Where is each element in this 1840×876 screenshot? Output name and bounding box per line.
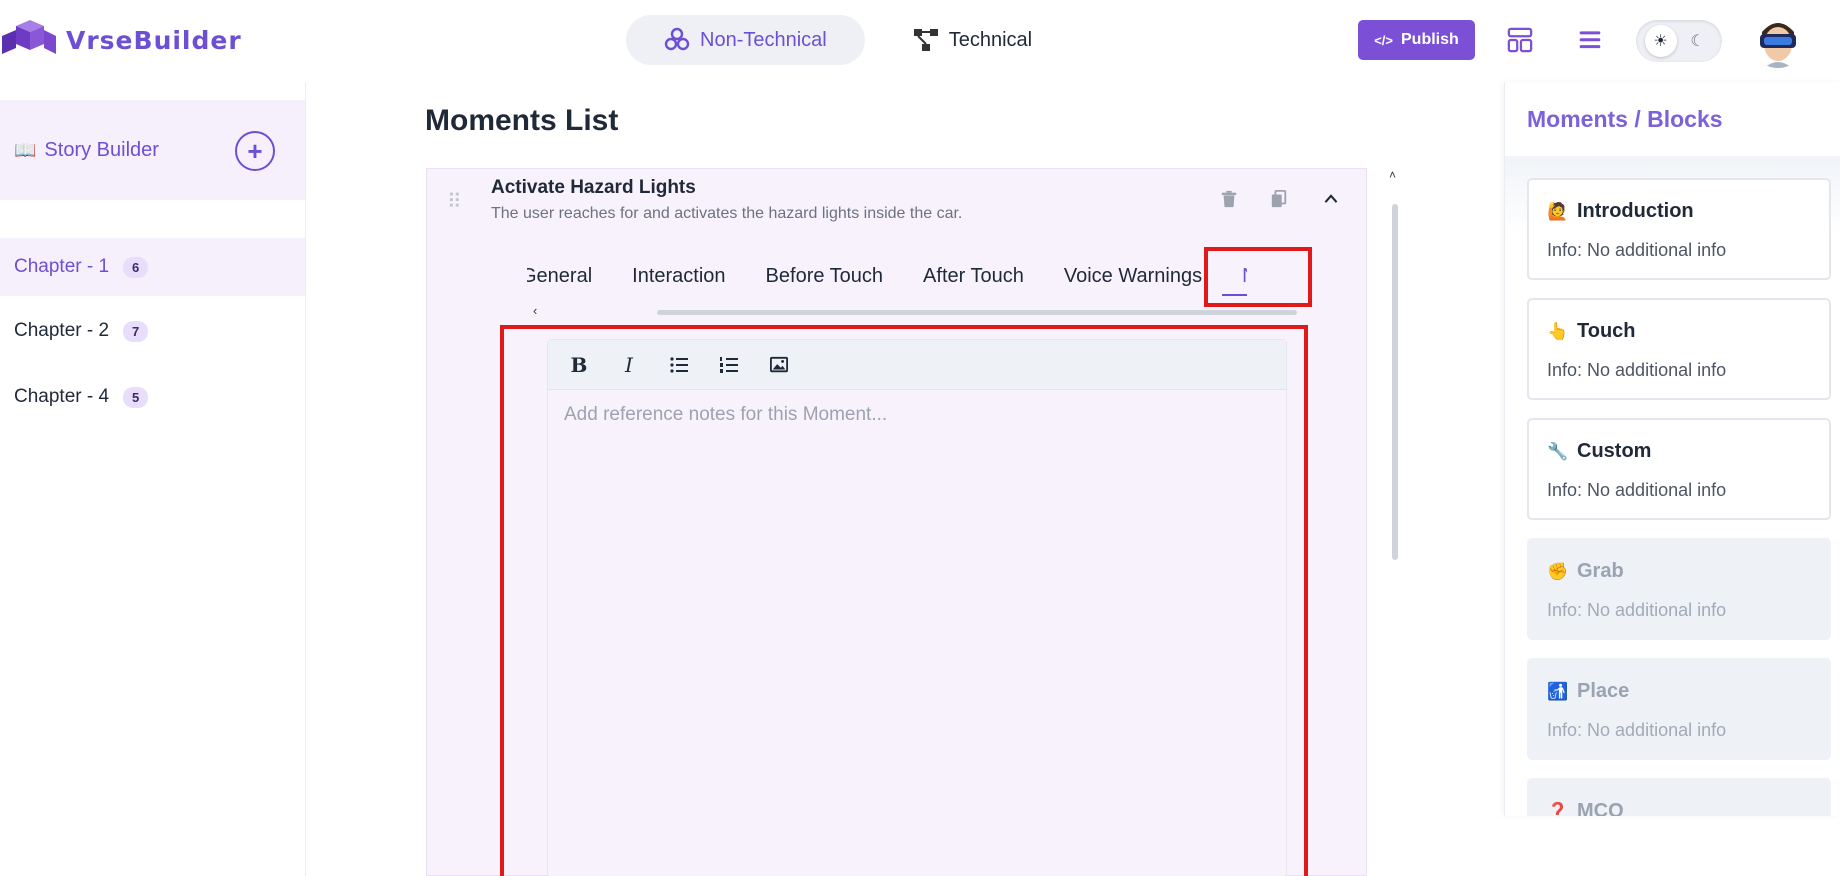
duplicate-icon[interactable] [1265, 185, 1293, 213]
drag-handle-icon[interactable]: ⠿ [447, 189, 462, 214]
tabs-scroll-thumb[interactable] [657, 310, 1297, 315]
bold-icon[interactable]: B [562, 348, 596, 382]
non-technical-label: Non-Technical [700, 28, 827, 51]
tab-before-touch[interactable]: Before Touch [766, 259, 884, 296]
block-name: Custom [1577, 440, 1652, 462]
story-builder-card[interactable]: 📖 Story Builder + [0, 100, 305, 200]
tab-highlight-box [1204, 247, 1312, 307]
block-info: Info: No additional info [1547, 240, 1727, 260]
trash-icon[interactable] [1215, 185, 1243, 213]
main-scrollbar[interactable]: ˄ [1389, 168, 1403, 876]
avatar[interactable] [1750, 12, 1806, 68]
notes-editor: B I Add reference notes for this Moment.… [547, 339, 1287, 876]
network-icon [913, 29, 938, 51]
publish-button[interactable]: </> Publish [1358, 20, 1475, 60]
top-header: VrseBuilder Non-Technical Technical </> … [0, 0, 1840, 82]
app-root: VrseBuilder Non-Technical Technical </> … [0, 0, 1840, 876]
tab-general[interactable]: General [527, 259, 592, 296]
tab-interaction[interactable]: Interaction [632, 259, 725, 296]
block-grab[interactable]: ✊ Grab Info: No additional info [1527, 538, 1831, 640]
question-icon: ❓ [1547, 801, 1569, 817]
moment-tabs: General Interaction Before Touch After T… [527, 259, 1247, 299]
chapter-count-badge: 7 [123, 320, 149, 342]
wrench-icon: 🔧 [1547, 441, 1569, 461]
block-info: Info: No additional info [1547, 360, 1727, 380]
publish-label: Publish [1401, 31, 1459, 48]
block-introduction[interactable]: 🙋 Introduction Info: No additional info [1527, 178, 1831, 280]
block-name: Place [1577, 680, 1630, 702]
block-name: Grab [1577, 560, 1624, 582]
right-panel: Moments / Blocks 🙋 Introduction Info: No … [1504, 82, 1840, 816]
theme-toggle[interactable]: ☀ ☾ [1636, 20, 1722, 62]
moment-description: The user reaches for and activates the h… [491, 205, 963, 222]
sidebar-item-chapter-1[interactable]: Chapter - 1 6 [0, 238, 305, 296]
moment-title: Activate Hazard Lights [491, 177, 696, 198]
block-name: MCQ [1577, 800, 1624, 816]
technical-mode-button[interactable]: Technical [875, 15, 1070, 65]
tab-voice-warnings[interactable]: Voice Warnings [1064, 259, 1202, 296]
block-touch[interactable]: 👆 Touch Info: No additional info [1527, 298, 1831, 400]
image-icon[interactable] [762, 348, 796, 382]
block-name: Touch [1577, 320, 1636, 342]
editor-toolbar: B I [548, 340, 1286, 390]
block-custom[interactable]: 🔧 Custom Info: No additional info [1527, 418, 1831, 520]
add-chapter-button[interactable]: + [235, 131, 275, 171]
block-mcq[interactable]: ❓ MCQ [1527, 778, 1831, 816]
scroll-left-icon[interactable]: ‹ [533, 303, 537, 318]
chapter-label: Chapter - 4 [14, 386, 110, 407]
chapter-label: Chapter - 1 [14, 256, 110, 277]
tab-after-touch[interactable]: After Touch [923, 259, 1024, 296]
fist-icon: ✊ [1547, 561, 1569, 581]
block-place[interactable]: 🚮 Place Info: No additional info [1527, 658, 1831, 760]
blocks-icon [664, 27, 690, 51]
story-builder-label: Story Builder [44, 138, 159, 161]
logo-cube-icon [2, 20, 56, 54]
mode-toggle: Non-Technical Technical [626, 15, 1070, 65]
menu-icon[interactable] [1576, 26, 1604, 54]
numbered-list-icon[interactable] [712, 348, 746, 382]
story-builder-title: 📖 Story Builder [14, 139, 159, 162]
technical-label: Technical [948, 28, 1033, 51]
left-sidebar: 📖 Story Builder + Chapter - 1 6 Chapter … [0, 82, 306, 876]
page-title: Moments List [425, 104, 619, 137]
book-icon: 📖 [14, 139, 37, 160]
bullet-list-icon[interactable] [662, 348, 696, 382]
block-name: Introduction [1577, 200, 1694, 222]
block-info: Info: No additional info [1547, 720, 1727, 740]
notes-textarea[interactable]: Add reference notes for this Moment... [548, 390, 1286, 440]
pointing-hand-icon: 👆 [1547, 321, 1569, 341]
app-name: VrseBuilder [66, 25, 242, 55]
code-icon: </> [1374, 32, 1393, 48]
raised-hand-icon: 🙋 [1547, 201, 1569, 221]
place-icon: 🚮 [1547, 681, 1569, 701]
chapter-count-badge: 5 [123, 386, 149, 408]
main-scroll-thumb[interactable] [1392, 204, 1398, 560]
right-panel-title: Moments / Blocks [1527, 106, 1723, 132]
moment-card: ⠿ Activate Hazard Lights The user reache… [426, 168, 1367, 876]
chevron-up-icon[interactable] [1317, 185, 1345, 213]
plus-icon: + [247, 135, 263, 166]
layout-icon[interactable] [1506, 26, 1534, 54]
scroll-up-icon[interactable]: ˄ [1389, 168, 1396, 182]
block-info: Info: No additional info [1547, 600, 1727, 620]
sun-icon[interactable]: ☀ [1644, 25, 1677, 57]
block-info: Info: No additional info [1547, 480, 1727, 500]
non-technical-mode-button[interactable]: Non-Technical [626, 15, 865, 65]
sidebar-item-chapter-4[interactable]: Chapter - 4 5 [0, 368, 305, 426]
italic-icon[interactable]: I [612, 348, 646, 382]
chapter-label: Chapter - 2 [14, 320, 110, 341]
logo[interactable]: VrseBuilder [2, 20, 242, 60]
tabs-scrollbar[interactable]: ‹ [527, 303, 1297, 321]
chapter-count-badge: 6 [123, 256, 149, 278]
sidebar-item-chapter-2[interactable]: Chapter - 2 7 [0, 302, 305, 360]
moon-icon[interactable]: ☾ [1682, 25, 1714, 57]
